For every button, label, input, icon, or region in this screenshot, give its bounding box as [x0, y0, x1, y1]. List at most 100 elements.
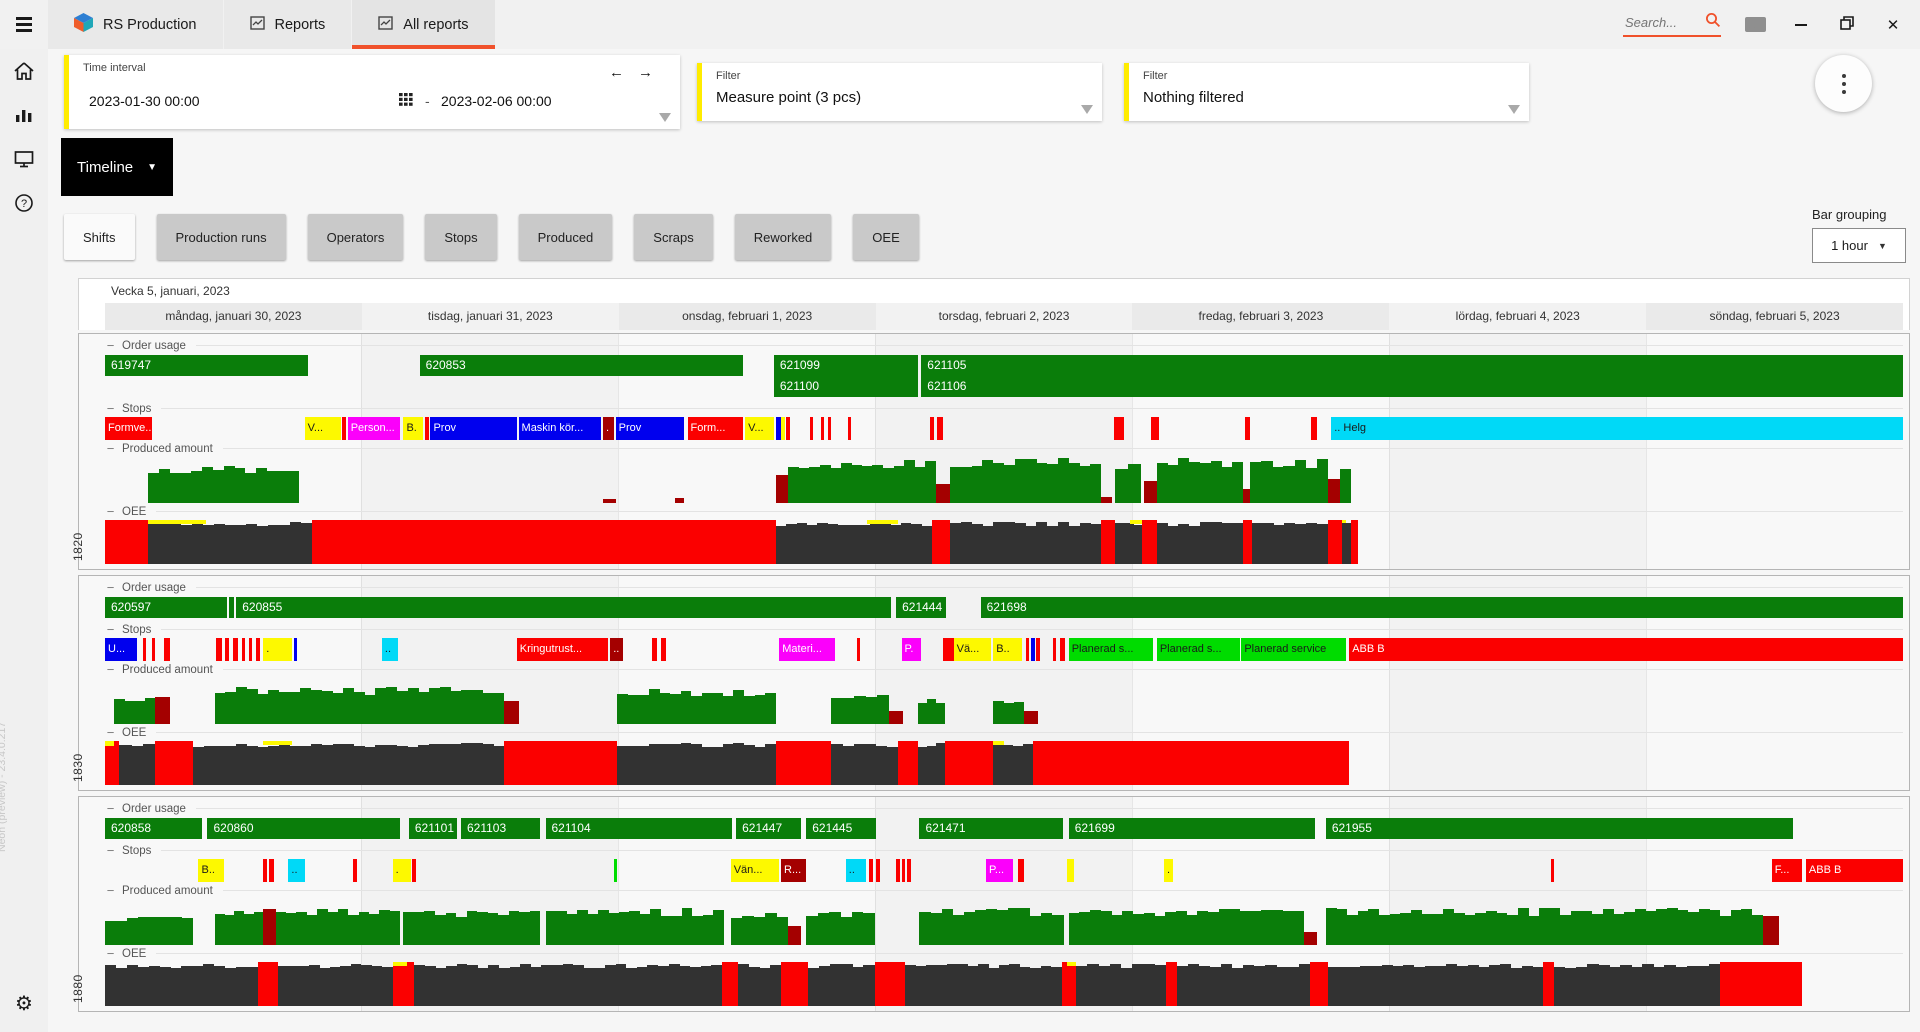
stop-segment[interactable]	[902, 859, 906, 882]
stop-segment[interactable]: .	[1164, 859, 1173, 882]
stop-segment[interactable]	[781, 417, 785, 440]
stop-segment[interactable]	[294, 638, 298, 661]
stop-segment[interactable]: F...	[1772, 859, 1803, 882]
stop-segment[interactable]	[1031, 638, 1035, 661]
order-bar[interactable]	[229, 597, 234, 618]
stop-segment[interactable]: Planerad s...	[1157, 638, 1240, 661]
order-bar[interactable]: 620597	[105, 597, 227, 618]
stop-segment[interactable]	[269, 859, 274, 882]
stop-segment[interactable]	[342, 417, 346, 440]
window-minimize-button[interactable]	[1790, 16, 1812, 33]
collapse-row-icon[interactable]: −	[105, 845, 116, 856]
stop-segment[interactable]	[216, 638, 221, 661]
stop-segment[interactable]: P.	[902, 638, 922, 661]
stop-segment[interactable]	[242, 638, 246, 661]
stop-segment[interactable]	[152, 638, 156, 661]
stop-segment[interactable]: Person...	[348, 417, 400, 440]
collapse-row-icon[interactable]: −	[105, 664, 116, 675]
toggle-reworked[interactable]: Reworked	[735, 214, 832, 260]
stop-segment[interactable]: V...	[305, 417, 341, 440]
toggle-production-runs[interactable]: Production runs	[157, 214, 286, 260]
order-bar[interactable]: 621699	[1069, 818, 1315, 839]
stop-segment[interactable]	[652, 638, 657, 661]
stop-segment[interactable]	[425, 417, 429, 440]
collapse-row-icon[interactable]: −	[105, 340, 116, 351]
stop-segment[interactable]: .. Helg	[1331, 417, 1903, 440]
filter-value[interactable]: Nothing filtered	[1143, 89, 1244, 106]
stop-segment[interactable]: B.	[403, 417, 423, 440]
tab-reports[interactable]: Reports	[224, 0, 352, 49]
stop-segment[interactable]	[1245, 417, 1250, 440]
collapse-row-icon[interactable]: −	[105, 506, 116, 517]
tab-rs-production[interactable]: RS Production	[48, 0, 223, 49]
collapse-row-icon[interactable]: −	[105, 885, 116, 896]
hamburger-menu-icon[interactable]	[0, 0, 48, 49]
stop-segment[interactable]: R...	[781, 859, 806, 882]
order-bar[interactable]: 621101	[409, 818, 458, 839]
stop-segment[interactable]: Prov	[430, 417, 516, 440]
order-bar[interactable]: 620853	[420, 355, 744, 376]
order-bar[interactable]: 621445	[806, 818, 876, 839]
order-bar[interactable]: 621447	[736, 818, 801, 839]
stop-segment[interactable]	[225, 638, 229, 661]
stop-segment[interactable]	[233, 638, 238, 661]
stop-segment[interactable]: P...	[986, 859, 1013, 882]
stop-segment[interactable]	[896, 859, 900, 882]
stop-segment[interactable]: B..	[993, 638, 1022, 661]
stop-segment[interactable]	[937, 417, 942, 440]
toggle-oee[interactable]: OEE	[853, 214, 918, 260]
order-bar[interactable]: 621955	[1326, 818, 1793, 839]
collapse-row-icon[interactable]: −	[105, 727, 116, 738]
stop-segment[interactable]	[1060, 638, 1065, 661]
order-bar[interactable]: 621444	[896, 597, 946, 618]
view-selector-button[interactable]: Timeline ▼	[61, 138, 173, 196]
stop-segment[interactable]	[249, 638, 253, 661]
stop-segment[interactable]: .	[603, 417, 614, 440]
expand-triangle-icon[interactable]	[659, 113, 671, 122]
stop-segment[interactable]: ..	[846, 859, 866, 882]
toggle-produced[interactable]: Produced	[519, 214, 613, 260]
stop-segment[interactable]: Formve...	[105, 417, 152, 440]
order-bar[interactable]: 621471	[919, 818, 1063, 839]
settings-gear-icon[interactable]: ⚙	[0, 982, 48, 1026]
stop-segment[interactable]: B..	[198, 859, 223, 882]
stop-segment[interactable]: Maskin kör...	[519, 417, 602, 440]
stop-segment[interactable]: ABB B	[1806, 859, 1903, 882]
order-bar[interactable]: 621698	[981, 597, 1903, 618]
monitor-icon[interactable]	[0, 137, 48, 181]
stop-segment[interactable]: Kringutrust...	[517, 638, 609, 661]
stop-segment[interactable]: Vän...	[731, 859, 780, 882]
home-icon[interactable]	[0, 49, 48, 93]
stop-segment[interactable]	[661, 638, 666, 661]
bar-grouping-select[interactable]: 1 hour ▼	[1812, 228, 1906, 263]
stop-segment[interactable]	[353, 859, 357, 882]
stop-segment[interactable]	[412, 859, 416, 882]
toggle-shifts[interactable]: Shifts	[64, 214, 135, 260]
stop-segment[interactable]	[1151, 417, 1158, 440]
stop-segment[interactable]	[810, 417, 814, 440]
order-bar[interactable]: 620858	[105, 818, 202, 839]
start-date-value[interactable]: 2023-01-30 00:00	[89, 93, 200, 109]
toggle-stops[interactable]: Stops	[425, 214, 496, 260]
tab-all-reports[interactable]: All reports	[352, 0, 494, 49]
stop-segment[interactable]: .	[393, 859, 411, 882]
stop-segment[interactable]	[1114, 417, 1125, 440]
collapse-row-icon[interactable]: −	[105, 443, 116, 454]
previous-interval-arrow-icon[interactable]: ←	[609, 64, 624, 81]
toggle-operators[interactable]: Operators	[308, 214, 404, 260]
reports-chart-icon[interactable]	[0, 93, 48, 137]
expand-triangle-icon[interactable]	[1081, 105, 1093, 114]
search-input[interactable]	[1623, 14, 1699, 31]
stop-segment[interactable]	[848, 417, 852, 440]
window-close-button[interactable]: ✕	[1882, 16, 1904, 34]
stop-segment[interactable]	[1026, 638, 1030, 661]
order-bar[interactable]: 620860	[207, 818, 399, 839]
stop-segment[interactable]: ..	[288, 859, 304, 882]
stop-segment[interactable]	[143, 638, 147, 661]
search-icon[interactable]	[1705, 12, 1721, 33]
order-bar[interactable]: 621105621106	[921, 355, 1903, 397]
stop-segment[interactable]: ..	[610, 638, 623, 661]
stop-segment[interactable]: Prov	[616, 417, 684, 440]
stop-segment[interactable]	[930, 417, 934, 440]
stop-segment[interactable]	[1311, 417, 1316, 440]
